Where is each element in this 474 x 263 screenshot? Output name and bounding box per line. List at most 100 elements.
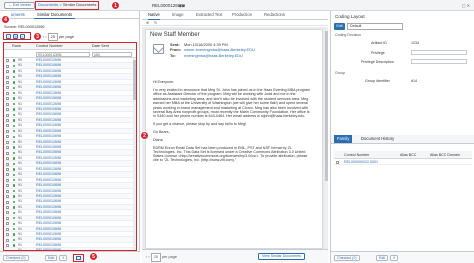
row-checkbox[interactable] bbox=[6, 135, 9, 139]
to-value[interactable]: eveningmba@haas.Berkeley.EDU bbox=[184, 53, 243, 58]
row-control-number[interactable]: REL000012698 bbox=[36, 156, 61, 161]
breadcrumb-similar-documents[interactable]: Similar Documents bbox=[63, 2, 97, 7]
document-nav-arrows[interactable]: ◀ ▶ bbox=[178, 2, 185, 9]
row-checkbox[interactable] bbox=[6, 97, 9, 101]
select-all-icon[interactable]: ✓ bbox=[6, 34, 11, 39]
row-control-number[interactable]: REL000012698 bbox=[36, 129, 61, 134]
viewer-scrollbar[interactable] bbox=[325, 27, 328, 249]
tab-document-history[interactable]: Document History bbox=[361, 135, 394, 143]
row-control-number[interactable]: REL000012698 bbox=[36, 80, 61, 85]
save-search-icon[interactable] bbox=[73, 254, 84, 262]
row-control-number[interactable]: REL000010698 bbox=[36, 63, 61, 68]
edit-button[interactable]: Edit bbox=[45, 255, 58, 261]
row-checkbox[interactable] bbox=[6, 167, 9, 171]
row-control-number[interactable]: REL000010698 bbox=[36, 112, 61, 117]
row-control-number[interactable]: REL000010698 bbox=[36, 107, 61, 112]
tab-native[interactable]: Native bbox=[148, 11, 160, 20]
row-checkbox[interactable] bbox=[6, 227, 9, 231]
row-control-number[interactable]: REL000012696 bbox=[36, 58, 61, 63]
column-alias-bcc-domain[interactable]: Alias BCC Domain bbox=[430, 151, 460, 159]
rotate-icon[interactable]: ↻ bbox=[154, 20, 157, 26]
tab-family[interactable]: Family bbox=[334, 135, 353, 143]
row-checkbox[interactable] bbox=[6, 140, 9, 144]
column-alias-bcc[interactable]: Alias BCC bbox=[400, 151, 416, 159]
row-control-number[interactable]: REL000010698 bbox=[36, 69, 61, 74]
row-checkbox[interactable] bbox=[6, 162, 9, 166]
exit-viewer-button[interactable]: ← Exit viewer bbox=[4, 2, 36, 9]
tab-similar-documents[interactable]: Similar Documents bbox=[34, 12, 76, 19]
row-control-number[interactable]: REL000012698 bbox=[36, 118, 61, 123]
view-similar-documents-button[interactable]: View Similar Documents bbox=[258, 253, 305, 260]
privilege-field[interactable] bbox=[411, 50, 467, 55]
row-control-number[interactable]: REL000010698 bbox=[36, 189, 61, 194]
right-edit-button[interactable]: Edit bbox=[376, 255, 389, 261]
right-checked-button[interactable]: Checked (0) bbox=[334, 255, 360, 261]
row-checkbox[interactable] bbox=[6, 200, 9, 204]
from-value[interactable]: owner-eveningmba@haas.Berkeley.EDU bbox=[184, 47, 255, 52]
row-control-number[interactable]: REL000010698 bbox=[36, 199, 61, 204]
row-checkbox[interactable] bbox=[6, 157, 9, 161]
row-checkbox[interactable] bbox=[6, 124, 9, 128]
row-control-number[interactable]: REL000010698 bbox=[36, 96, 61, 101]
family-row-control-number[interactable]: REL000000022.0001 bbox=[344, 159, 378, 165]
row-checkbox[interactable] bbox=[6, 113, 9, 117]
family-row[interactable]: REL000000022.0001 bbox=[334, 159, 472, 165]
row-control-number[interactable]: REL000010698 bbox=[36, 150, 61, 155]
row-control-number[interactable]: REL000012698 bbox=[36, 194, 61, 199]
tab-redactions[interactable]: Redactions bbox=[264, 11, 285, 19]
row-checkbox[interactable] bbox=[6, 119, 9, 122]
row-control-number[interactable]: REL000010698 bbox=[36, 161, 61, 166]
clear-button[interactable]: X bbox=[59, 255, 68, 261]
tab-production[interactable]: Production bbox=[232, 11, 252, 19]
tab-extracted-text[interactable]: Extracted Text bbox=[196, 11, 222, 19]
row-control-number[interactable]: REL000012698 bbox=[36, 140, 61, 145]
filter-icon[interactable]: ⚙ bbox=[13, 34, 18, 39]
right-clear-button[interactable]: X bbox=[390, 255, 399, 261]
row-checkbox[interactable] bbox=[6, 211, 9, 215]
per-page-select[interactable]: 25 bbox=[47, 33, 58, 41]
checked-button[interactable]: Checked (0) bbox=[3, 255, 29, 261]
zoom-icon[interactable]: ⊕ bbox=[146, 20, 149, 26]
row-control-number[interactable]: REL000012698 bbox=[36, 102, 61, 107]
grid-scrollbar[interactable] bbox=[133, 58, 136, 250]
family-row-checkbox[interactable] bbox=[336, 160, 339, 164]
window-controls-icon[interactable]: ▢ ✕ bbox=[462, 2, 470, 9]
row-control-number[interactable]: REL000012698 bbox=[36, 221, 61, 226]
row-checkbox[interactable] bbox=[6, 233, 9, 237]
control-number-filter[interactable]: REL000012696 bbox=[36, 51, 90, 57]
privilege-description-field[interactable] bbox=[411, 59, 467, 64]
row-control-number[interactable]: REL000010698 bbox=[36, 74, 61, 79]
row-control-number[interactable]: REL000010698 bbox=[36, 145, 61, 150]
row-control-number[interactable]: REL000010698 bbox=[36, 183, 61, 188]
row-control-number[interactable]: REL000010698 bbox=[36, 172, 61, 177]
row-checkbox[interactable] bbox=[6, 91, 9, 95]
row-control-number[interactable]: REL000010698 bbox=[36, 85, 61, 90]
column-date-sent[interactable]: Date Sent bbox=[92, 43, 109, 49]
row-checkbox[interactable] bbox=[6, 244, 9, 248]
row-checkbox[interactable] bbox=[6, 189, 9, 193]
row-control-number[interactable]: REL000010698 bbox=[36, 227, 61, 232]
row-checkbox[interactable] bbox=[6, 70, 9, 74]
row-checkbox[interactable] bbox=[6, 195, 9, 199]
row-checkbox[interactable] bbox=[6, 178, 9, 182]
row-control-number[interactable]: REL000012698 bbox=[36, 91, 61, 96]
row-control-number[interactable]: REL000010698 bbox=[36, 237, 61, 242]
row-checkbox[interactable] bbox=[6, 64, 9, 68]
row-checkbox[interactable] bbox=[6, 75, 9, 79]
breadcrumb-documents[interactable]: Documents bbox=[38, 2, 58, 7]
row-control-number[interactable]: REL000010698 bbox=[36, 216, 61, 221]
row-control-number[interactable]: REL000010698 bbox=[36, 134, 61, 139]
layout-edit-button[interactable]: Edit bbox=[334, 23, 345, 30]
row-checkbox[interactable] bbox=[6, 108, 9, 112]
column-family-control-number[interactable]: Control Number bbox=[344, 151, 369, 159]
row-checkbox[interactable] bbox=[6, 59, 9, 63]
column-control-number[interactable]: Control Number bbox=[36, 43, 63, 49]
tab-documents[interactable]: uments bbox=[8, 12, 28, 18]
row-checkbox[interactable] bbox=[6, 151, 9, 155]
viewer-per-page-select[interactable]: 25 bbox=[150, 253, 161, 262]
row-checkbox[interactable] bbox=[6, 80, 9, 84]
row-checkbox[interactable] bbox=[6, 86, 9, 90]
tab-image[interactable]: Image bbox=[172, 11, 184, 19]
column-rank[interactable]: Rank bbox=[12, 43, 21, 49]
date-sent-filter[interactable]: (All) bbox=[92, 51, 132, 57]
